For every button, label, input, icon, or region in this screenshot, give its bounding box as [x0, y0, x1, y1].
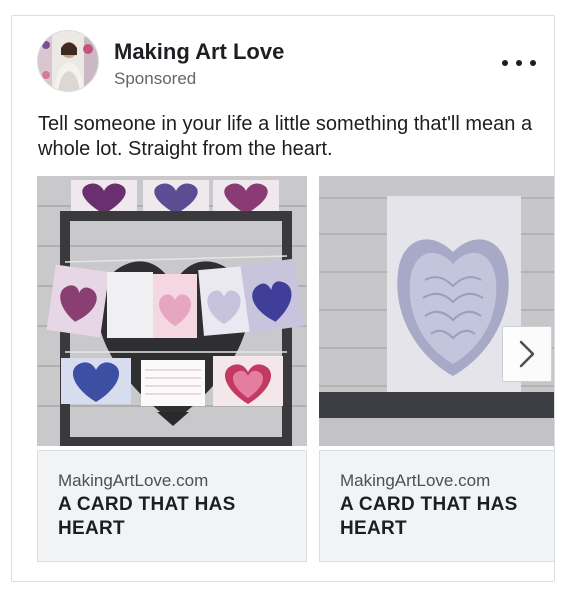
sponsored-post: Making Art Love Sponsored Tell someone i… [11, 15, 555, 582]
post-header: Making Art Love Sponsored [12, 16, 554, 111]
page-avatar[interactable] [37, 30, 99, 92]
card-image[interactable] [37, 176, 307, 446]
page-name[interactable]: Making Art Love [114, 39, 284, 65]
card-title: A CARD THAT HAS HEART [340, 494, 518, 539]
card-footer[interactable]: MakingArtLove.com A CARD THAT HAS HEART [319, 450, 554, 562]
carousel-card[interactable]: MakingArtLove.com A CARD THAT HAS HEART [37, 176, 307, 564]
dot [530, 60, 536, 66]
card-domain: MakingArtLove.com [340, 471, 491, 490]
card-title: A CARD THAT HAS HEART [58, 494, 236, 539]
card-domain: MakingArtLove.com [58, 471, 209, 490]
dot [502, 60, 508, 66]
carousel: MakingArtLove.com A CARD THAT HAS HEART [12, 176, 554, 564]
card-image[interactable] [319, 176, 554, 446]
post-message: Tell someone in your life a little somet… [38, 113, 533, 160]
chevron-right-icon [519, 340, 535, 368]
sponsored-label[interactable]: Sponsored [114, 69, 196, 89]
card-footer[interactable]: MakingArtLove.com A CARD THAT HAS HEART [37, 450, 307, 562]
more-options-icon[interactable] [502, 52, 536, 74]
carousel-next-button[interactable] [502, 326, 552, 382]
dot [516, 60, 522, 66]
